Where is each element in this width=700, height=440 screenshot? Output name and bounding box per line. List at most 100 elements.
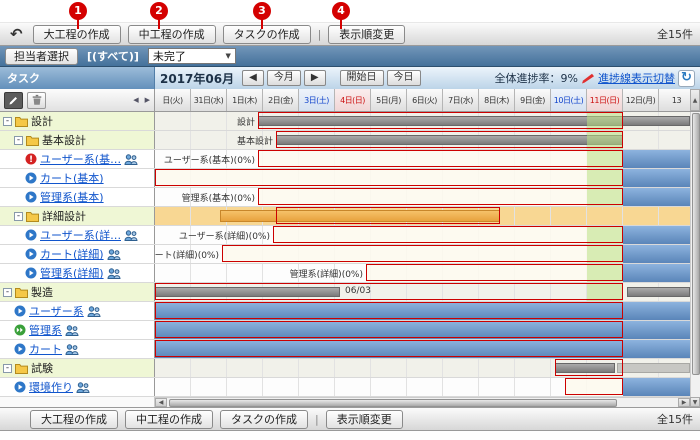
task-link[interactable]: 管理系 [29,322,62,338]
collapse-toggle-icon[interactable]: - [14,136,23,145]
bar-label: ユーザー系(詳細)(0%) [179,229,270,242]
annotation-row: 1 2 3 4 [0,0,700,22]
progress-line-pencil-icon [581,73,595,84]
gantt-bar-blue[interactable] [623,169,690,187]
folder-label[interactable]: 基本設計 [42,132,86,148]
collapse-toggle-icon[interactable]: - [3,364,12,373]
bottom-create-task-button[interactable]: タスクの作成 [220,410,308,429]
edit-button[interactable] [4,92,23,109]
delete-button[interactable] [27,92,46,109]
vertical-scroll-up-icon[interactable]: ▲ [690,89,700,111]
bar-label: ート(詳細)(0%) [155,248,219,261]
gantt-bar-blue[interactable] [623,264,690,282]
horizontal-scrollbar[interactable]: ◀ ▶ [155,397,690,407]
dropdown-arrow-icon: ▼ [226,52,231,60]
gantt-bar-blue[interactable] [623,245,690,263]
tree-cell: ! ユーザー系(基… [0,150,155,168]
assignee-icon [76,382,90,393]
annotation-line-2 [158,19,160,29]
vertical-scrollbar-thumb[interactable] [692,113,700,375]
bottom-create-mid-process-button[interactable]: 中工程の作成 [125,410,213,429]
progress-line-outline [276,131,623,148]
svg-text:!: ! [29,155,33,165]
tasks-label: タスク [7,70,40,86]
column-header-saturday: 10日(土) [551,89,587,111]
task-link[interactable]: 管理系(詳細) [40,265,104,281]
gantt-app-window: 1 2 3 4 ↶ 大工程の作成 中工程の作成 タスクの作成 | 表示順変更 全… [0,0,700,440]
progress-line-outline [555,359,623,376]
bottom-reorder-button[interactable]: 表示順変更 [326,410,403,429]
progress-line-toggle-link[interactable]: 進捗線表示切替 [598,70,675,86]
filter-bar: 担当者選択 [(すべて)] 未完了 ▼ [0,46,700,67]
folder-icon [15,287,28,298]
task-status-icon [25,248,37,260]
refresh-icon[interactable]: ↻ [678,70,695,87]
task-link[interactable]: 環境作り [29,379,73,395]
start-date-button[interactable]: 開始日 [340,70,384,86]
task-link[interactable]: カート [29,341,62,357]
folder-label[interactable]: 設計 [31,113,53,129]
in-progress-icon [14,324,26,336]
gantt-row: 管理系 [0,321,690,340]
horizontal-scroll-left-icon[interactable]: ◀ [155,398,167,407]
horizontal-scrollbar-thumb[interactable] [169,399,617,407]
gantt-bar-blue[interactable] [623,226,690,244]
horizontal-scrollbar-row: ◀ ▶ ▼ [0,397,700,407]
progress-line-outline [155,340,623,357]
task-status-icon [14,343,26,355]
gantt-row-timeline: ート(詳細)(0%) [155,245,690,263]
annotation-line-4 [340,19,342,29]
task-link[interactable]: ユーザー系 [29,303,84,319]
gantt-bar-blue[interactable] [623,188,690,206]
current-month-label: 2017年06月 [160,70,234,87]
folder-label[interactable]: 詳細設計 [42,208,86,224]
create-mid-process-button[interactable]: 中工程の作成 [128,25,216,44]
task-link[interactable]: ユーザー系(詳… [40,227,121,243]
prev-month-button[interactable]: ◀ [242,70,264,86]
collapse-toggle-icon[interactable]: - [3,117,12,126]
task-link[interactable]: カート(詳細) [40,246,104,262]
this-month-button[interactable]: 今月 [267,70,301,86]
folder-label[interactable]: 製造 [31,284,53,300]
annotation-line-3 [261,19,263,29]
tree-scroll-right-icon[interactable]: ▶ [145,96,150,104]
collapse-toggle-icon[interactable]: - [14,212,23,221]
gantt-bar-gray[interactable] [627,287,690,297]
task-link[interactable]: 管理系(基本) [40,189,104,205]
gantt-grid: -設計設計-基本設計基本設計!ユーザー系(基…ユーザー系(基本)(0%)カート(… [0,112,690,397]
task-status-icon [25,229,37,241]
assignee-select-button[interactable]: 担当者選択 [5,48,78,65]
column-header-weekday: 13 [659,89,690,111]
folder-label[interactable]: 試験 [31,360,53,376]
horizontal-scroll-right-icon[interactable]: ▶ [678,398,690,407]
undo-icon[interactable]: ↶ [7,25,26,43]
today-button[interactable]: 今日 [387,70,421,86]
bar-label: 管理系(基本)(0%) [182,191,255,204]
assignee-icon [124,230,138,241]
collapse-toggle-icon[interactable]: - [3,288,12,297]
next-month-button[interactable]: ▶ [304,70,326,86]
bottom-toolbar: 大工程の作成 中工程の作成 タスクの作成 | 表示順変更 全15件 [0,407,700,431]
bottom-create-major-process-button[interactable]: 大工程の作成 [30,410,118,429]
tasks-panel-header: タスク [0,67,155,89]
overall-progress-label: 全体進捗率：9% [495,70,578,86]
folder-icon [15,116,28,127]
assignee-icon [65,325,79,336]
vertical-scrollbar[interactable] [690,112,700,397]
gantt-bar-lightgray[interactable] [617,363,690,373]
progress-line-outline [155,283,623,300]
vertical-scroll-down-icon[interactable]: ▼ [690,397,700,407]
task-link[interactable]: カート(基本) [40,170,104,186]
bottom-toolbar-separator: | [315,413,319,426]
gantt-bar-blue[interactable] [623,150,690,168]
task-link[interactable]: ユーザー系(基… [40,151,121,167]
tree-scroll-left-icon[interactable]: ◀ [133,96,138,104]
folder-icon [26,135,39,146]
column-header-sunday: 11日(日) [587,89,623,111]
create-task-button[interactable]: タスクの作成 [223,25,311,44]
gantt-row-timeline: ユーザー系(詳細)(0%) [155,226,690,244]
gantt-bar-blue[interactable] [623,378,690,396]
warning-icon: ! [25,153,37,165]
status-filter-select[interactable]: 未完了 ▼ [148,48,236,64]
gantt-row: カート(基本) [0,169,690,188]
